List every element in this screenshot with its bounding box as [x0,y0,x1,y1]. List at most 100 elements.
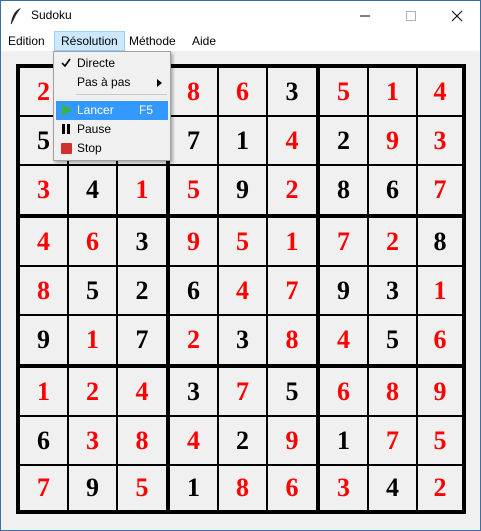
sudoku-cell[interactable]: 5 [369,316,416,364]
sudoku-cell[interactable]: 2 [170,316,217,364]
sudoku-cell[interactable]: 4 [369,466,416,510]
sudoku-cell[interactable]: 7 [369,417,416,464]
sudoku-cell[interactable]: 4 [268,117,316,164]
sudoku-cell[interactable]: 7 [170,117,217,164]
sudoku-cell[interactable]: 2 [268,166,316,214]
menu-item-pause[interactable]: Pause [56,120,168,139]
sudoku-cell[interactable]: 2 [219,417,266,464]
sudoku-cell[interactable]: 9 [418,368,462,415]
menu-item-label: Lancer [77,103,114,117]
sudoku-cell[interactable]: 8 [320,166,367,214]
menu-item-label: Pause [77,122,112,136]
title-bar[interactable]: Sudoku [1,1,480,31]
sudoku-cell[interactable]: 4 [118,368,166,415]
sudoku-cell[interactable]: 4 [170,417,217,464]
sudoku-cell[interactable]: 6 [320,368,367,415]
sudoku-cell[interactable]: 6 [268,466,316,510]
sudoku-cell[interactable]: 7 [219,368,266,415]
menu-item-label: Pas à pas [77,75,131,89]
sudoku-cell[interactable]: 2 [118,267,166,314]
menu-methode[interactable]: Méthode [123,31,182,51]
sudoku-cell[interactable]: 9 [320,267,367,314]
sudoku-cell[interactable]: 3 [219,316,266,364]
sudoku-cell[interactable]: 6 [170,267,217,314]
sudoku-cell[interactable]: 6 [219,68,266,115]
sudoku-cell[interactable]: 4 [219,267,266,314]
sudoku-cell[interactable]: 5 [219,218,266,265]
menu-separator [76,94,167,95]
sudoku-cell[interactable]: 3 [418,117,462,164]
menu-item-stop[interactable]: Stop [56,139,168,158]
sudoku-cell[interactable]: 7 [20,466,67,510]
sudoku-cell[interactable]: 4 [20,218,67,265]
sudoku-cell[interactable]: 4 [69,166,116,214]
sudoku-cell[interactable]: 1 [118,166,166,214]
sudoku-cell[interactable]: 1 [369,68,416,115]
sudoku-cell[interactable]: 8 [268,316,316,364]
sudoku-cell[interactable]: 1 [170,466,217,510]
minimize-icon [360,15,370,17]
stop-icon [60,142,72,154]
sudoku-cell[interactable]: 3 [69,417,116,464]
sudoku-cell[interactable]: 2 [320,117,367,164]
sudoku-cell[interactable]: 1 [268,218,316,265]
sudoku-cell[interactable]: 1 [320,417,367,464]
sudoku-cell[interactable]: 3 [20,166,67,214]
sudoku-cell[interactable]: 3 [268,68,316,115]
sudoku-cell[interactable]: 2 [369,218,416,265]
menu-edition[interactable]: Edition [2,31,51,51]
sudoku-cell[interactable]: 1 [69,316,116,364]
sudoku-cell[interactable]: 1 [418,267,462,314]
sudoku-cell[interactable]: 6 [20,417,67,464]
resolution-menu: Directe Pas à pas Lancer F5 Pause Stop [53,51,171,161]
sudoku-cell[interactable]: 6 [418,316,462,364]
sudoku-cell[interactable]: 9 [170,218,217,265]
sudoku-cell[interactable]: 9 [369,117,416,164]
submenu-arrow-icon [157,79,162,87]
sudoku-cell[interactable]: 8 [369,368,416,415]
minimize-button[interactable] [342,1,388,31]
sudoku-cell[interactable]: 3 [369,267,416,314]
sudoku-cell[interactable]: 9 [219,166,266,214]
maximize-button[interactable] [388,1,434,31]
sudoku-cell[interactable]: 5 [69,267,116,314]
sudoku-cell[interactable]: 5 [170,166,217,214]
sudoku-cell[interactable]: 4 [320,316,367,364]
pause-icon [60,123,72,135]
menu-item-pas-a-pas[interactable]: Pas à pas [56,73,168,92]
sudoku-cell[interactable]: 3 [118,218,166,265]
menu-item-directe[interactable]: Directe [56,54,168,73]
sudoku-cell[interactable]: 9 [69,466,116,510]
sudoku-cell[interactable]: 7 [418,166,462,214]
sudoku-cell[interactable]: 6 [369,166,416,214]
menu-item-label: Directe [77,56,116,70]
sudoku-cell[interactable]: 8 [170,68,217,115]
sudoku-cell[interactable]: 8 [219,466,266,510]
feather-icon [10,8,21,25]
menu-aide[interactable]: Aide [186,31,222,51]
sudoku-cell[interactable]: 7 [268,267,316,314]
sudoku-cell[interactable]: 7 [118,316,166,364]
sudoku-cell[interactable]: 9 [268,417,316,464]
sudoku-cell[interactable]: 8 [118,417,166,464]
sudoku-cell[interactable]: 2 [418,466,462,510]
close-button[interactable] [434,1,480,31]
sudoku-cell[interactable]: 3 [320,466,367,510]
app-window: Sudoku Edition Résolution Méthode Aide 2… [0,0,481,531]
sudoku-cell[interactable]: 9 [20,316,67,364]
sudoku-cell[interactable]: 8 [418,218,462,265]
sudoku-cell[interactable]: 6 [69,218,116,265]
sudoku-cell[interactable]: 2 [69,368,116,415]
sudoku-cell[interactable]: 5 [118,466,166,510]
sudoku-cell[interactable]: 5 [320,68,367,115]
sudoku-cell[interactable]: 1 [20,368,67,415]
sudoku-cell[interactable]: 8 [20,267,67,314]
menu-resolution[interactable]: Résolution [54,31,125,51]
menu-item-lancer[interactable]: Lancer F5 [56,101,168,120]
sudoku-cell[interactable]: 5 [268,368,316,415]
sudoku-cell[interactable]: 7 [320,218,367,265]
sudoku-cell[interactable]: 5 [418,417,462,464]
sudoku-cell[interactable]: 3 [170,368,217,415]
sudoku-cell[interactable]: 4 [418,68,462,115]
sudoku-cell[interactable]: 1 [219,117,266,164]
